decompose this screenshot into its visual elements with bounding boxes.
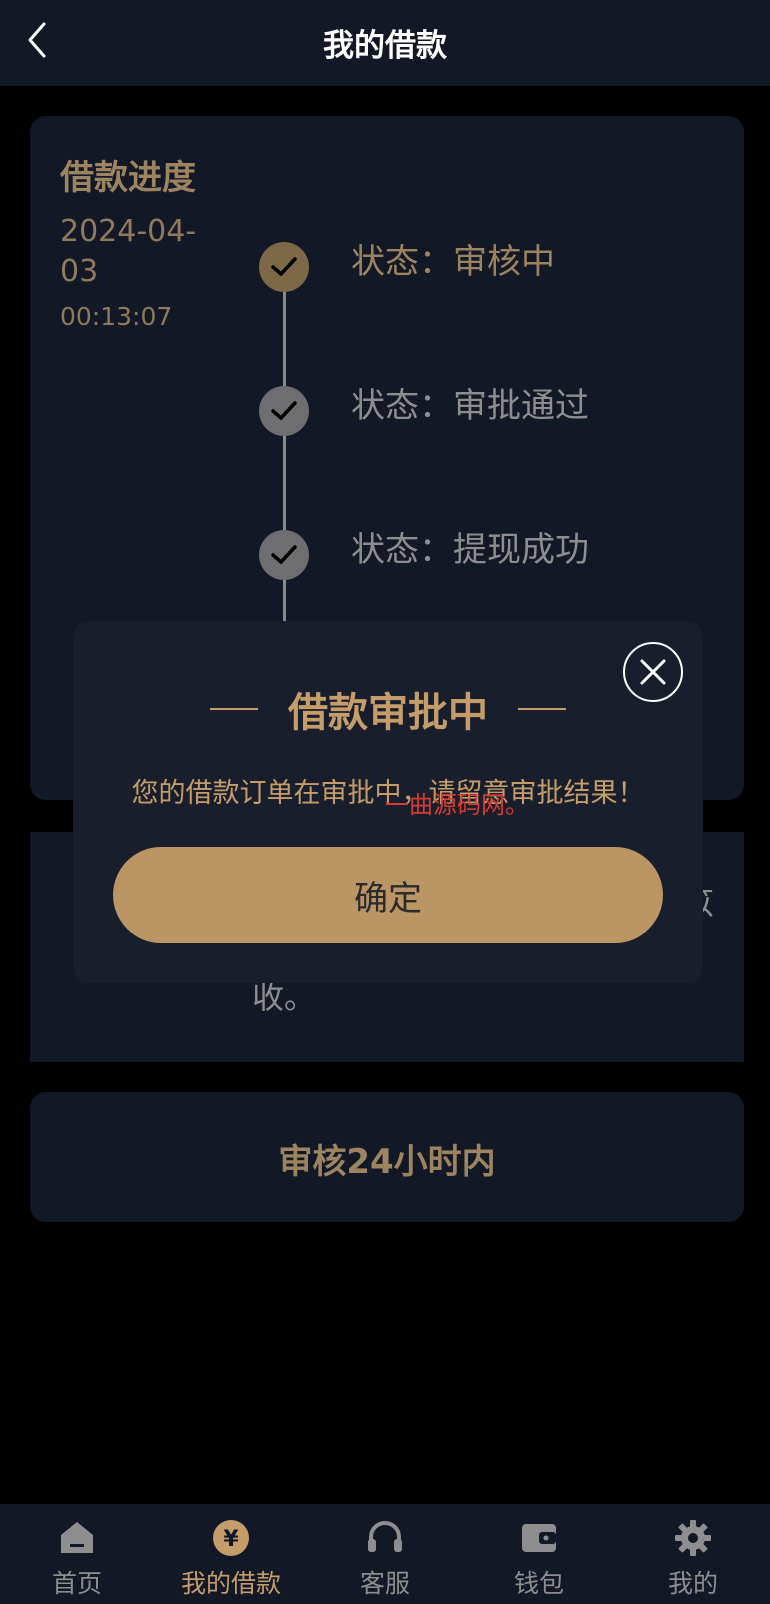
yen-coin-icon: ¥ <box>213 1520 249 1556</box>
tab-label-service: 客服 <box>359 1569 410 1598</box>
svg-text:¥: ¥ <box>223 1527 239 1552</box>
headset-icon <box>368 1521 402 1552</box>
approval-modal: 借款审批中 您的借款订单在审批中，请留意审批结果！ 一曲源码网。 确定 <box>73 621 703 983</box>
tab-wallet[interactable]: 钱包 <box>462 1504 616 1604</box>
status-step-1: 状态：审核中 <box>351 242 555 282</box>
timeline-node-3 <box>259 530 309 580</box>
tab-label-profile: 我的 <box>667 1569 718 1598</box>
title-dash-right <box>518 708 566 710</box>
tab-home[interactable]: 首页 <box>0 1504 154 1604</box>
tab-my-loans[interactable]: ¥ 我的借款 <box>154 1504 308 1604</box>
check-icon <box>271 401 297 420</box>
home-icon <box>61 1522 93 1553</box>
progress-date-part2: 03 <box>60 254 99 289</box>
timeline-node-2 <box>259 386 309 436</box>
page-title: 我的借款 <box>323 28 447 64</box>
check-icon <box>271 545 297 564</box>
review-time-card: 审核24小时内 <box>30 1092 744 1222</box>
tab-label-my-loans: 我的借款 <box>180 1569 281 1598</box>
review-time-text: 审核24小时内 <box>278 1142 496 1182</box>
check-icon <box>271 257 297 276</box>
top-bar: 我的借款 <box>0 0 770 86</box>
status-step-2: 状态：审批通过 <box>351 386 589 426</box>
status-step-3: 状态：提现成功 <box>351 530 589 570</box>
modal-title: 借款审批中 <box>288 690 488 736</box>
modal-title-row: 借款审批中 <box>73 681 703 737</box>
timeline-node-1 <box>259 242 309 292</box>
wallet-icon <box>522 1524 556 1552</box>
progress-title: 借款进度 <box>60 158 196 198</box>
bottom-tab-bar: 首页 ¥ 我的借款 客服 钱包 我的 <box>0 1504 770 1604</box>
confirm-button[interactable]: 确定 <box>113 847 663 943</box>
tab-profile[interactable]: 我的 <box>616 1504 770 1604</box>
tab-label-wallet: 钱包 <box>513 1569 564 1598</box>
tab-label-home: 首页 <box>51 1569 102 1598</box>
gear-icon <box>675 1520 711 1556</box>
watermark-text: 一曲源码网。 <box>385 791 529 819</box>
progress-time: 00:13:07 <box>60 302 173 331</box>
tab-customer-service[interactable]: 客服 <box>308 1504 462 1604</box>
title-dash-left <box>210 708 258 710</box>
progress-date-part1: 2024-04- <box>60 214 197 249</box>
